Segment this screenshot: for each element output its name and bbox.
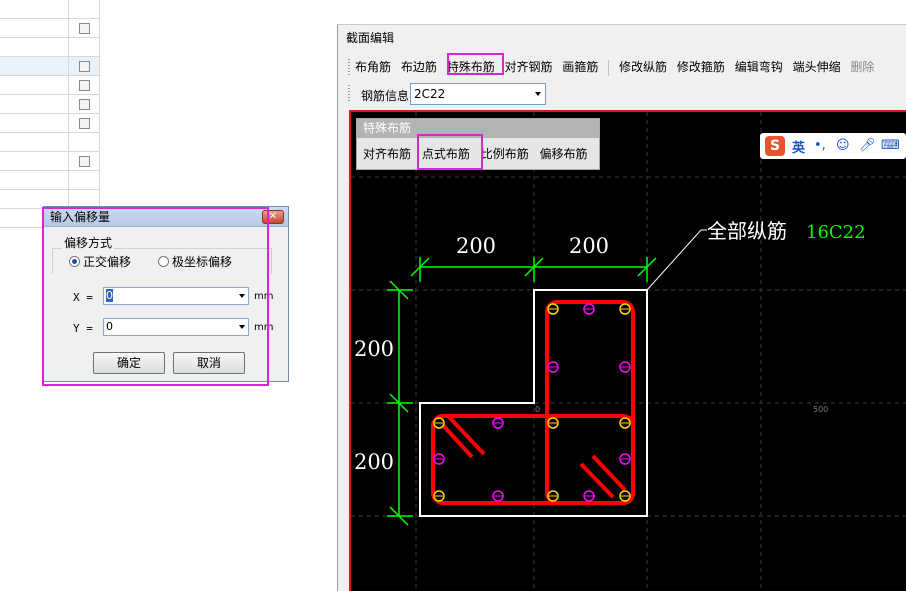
axis-label-500: 500 <box>813 405 828 414</box>
drawing-grid <box>351 112 906 591</box>
panel-ratio-layout[interactable]: 比例布筋 <box>481 145 529 162</box>
dimension-labels: 200 200 200 200 <box>354 234 609 474</box>
table-row <box>0 0 100 19</box>
keyboard-icon[interactable]: ⌨ <box>881 138 900 153</box>
toolbar-end-stretch[interactable]: 端头伸缩 <box>790 58 844 76</box>
grid-divider <box>68 0 69 229</box>
axis-labels: 0 500 <box>535 405 828 414</box>
editor-toolbar: 布角筋 布边筋 特殊布筋 对齐钢筋 画箍筋 修改纵筋 修改箍筋 编辑弯钩 端头伸… <box>352 58 877 78</box>
row-checkbox[interactable] <box>79 99 90 110</box>
toolbar-edge-bars[interactable]: 布边筋 <box>398 58 440 76</box>
section-drawing: 0 500 200 200 200 200 全部纵筋 16C22 <box>351 112 906 591</box>
callout: 全部纵筋 16C22 <box>646 219 866 291</box>
table-row <box>0 38 100 57</box>
row-checkbox[interactable] <box>79 80 90 91</box>
microphone-icon[interactable]: 🎤︎ <box>859 138 876 153</box>
ime-language[interactable]: 英 <box>792 137 805 156</box>
row-checkbox[interactable] <box>79 61 90 72</box>
rebar-info-label: 钢筋信息 <box>361 89 410 103</box>
chevron-down-icon[interactable] <box>535 92 541 96</box>
panel-align-layout[interactable]: 对齐布筋 <box>363 145 411 162</box>
toolbar-edit-hook[interactable]: 编辑弯钩 <box>732 58 786 76</box>
emoji-icon[interactable]: ☺ <box>836 138 850 153</box>
highlight-special-bars <box>447 53 504 75</box>
row-checkbox[interactable] <box>79 23 90 34</box>
table-row <box>0 133 100 152</box>
row-checkbox[interactable] <box>79 156 90 167</box>
property-grid <box>0 0 100 229</box>
dimension-lines <box>387 257 657 526</box>
callout-leader <box>646 229 702 291</box>
table-row <box>0 171 100 190</box>
grid-divider <box>99 0 100 229</box>
toolbar-delete[interactable]: 删除 <box>847 58 877 76</box>
dimension-label: 200 <box>354 450 394 474</box>
ime-punct-icon[interactable]: •, <box>814 138 826 153</box>
stirrup-hook <box>439 421 474 459</box>
toolbar-align-bars[interactable]: 对齐钢筋 <box>502 58 556 76</box>
dimension-label: 200 <box>569 234 609 258</box>
ime-logo-icon: S <box>765 136 785 156</box>
window-title: 截面编辑 <box>346 31 395 45</box>
axis-label-0: 0 <box>535 405 540 414</box>
highlight-dialog <box>42 207 269 386</box>
panel-offset-layout[interactable]: 偏移布筋 <box>540 145 588 162</box>
callout-text: 全部纵筋 <box>707 219 787 243</box>
toolbar-edit-stirrup[interactable]: 修改箍筋 <box>674 58 728 76</box>
dimension-label: 200 <box>456 234 496 258</box>
rebar-info-value: 2C22 <box>414 87 446 101</box>
highlight-point-layout <box>417 134 483 170</box>
toolbar-grip[interactable] <box>348 85 350 101</box>
toolbar-draw-stirrup[interactable]: 画箍筋 <box>559 58 601 76</box>
rebar-info-select[interactable]: 2C22 <box>410 83 546 105</box>
ime-toolbar[interactable]: S 英 •, ☺ 🎤︎ ⌨ <box>760 133 906 159</box>
toolbar-edit-longitudinal[interactable]: 修改纵筋 <box>616 58 670 76</box>
toolbar-grip[interactable] <box>348 59 350 75</box>
row-checkbox[interactable] <box>79 118 90 129</box>
callout-value: 16C22 <box>806 222 866 243</box>
toolbar-separator <box>608 59 610 76</box>
dimension-label: 200 <box>354 337 394 361</box>
toolbar-corner-bars[interactable]: 布角筋 <box>352 58 394 76</box>
drawing-canvas[interactable]: 0 500 200 200 200 200 全部纵筋 16C22 <box>349 110 906 591</box>
